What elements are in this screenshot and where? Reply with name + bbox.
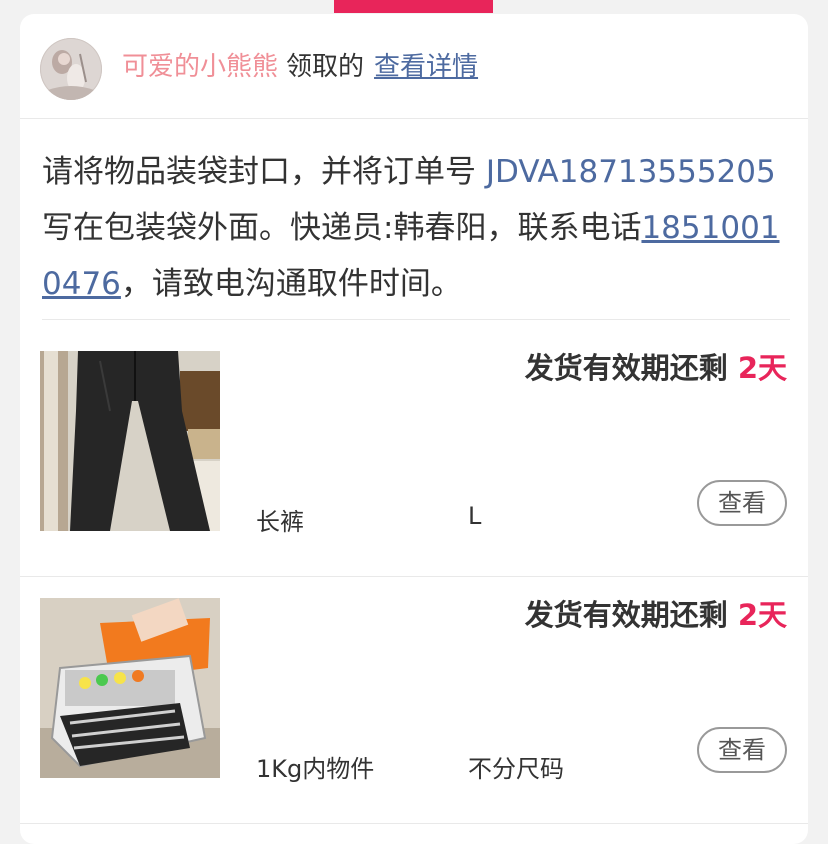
claim-header: 可爱的小熊熊 领取的 查看详情 [20, 14, 808, 119]
avatar[interactable] [40, 38, 102, 100]
claim-line: 可爱的小熊熊 领取的 查看详情 [122, 50, 478, 84]
claim-verb: 领取的 [286, 52, 365, 82]
item-name: 长裤 [256, 508, 304, 536]
view-details-link[interactable]: 查看详情 [374, 52, 478, 82]
shipping-deadline: 发货有效期还剩 2天 [525, 348, 787, 388]
view-button[interactable]: 查看 [697, 480, 787, 526]
view-button[interactable]: 查看 [697, 727, 787, 773]
order-number: JDVA18713555205 [485, 154, 776, 190]
item-size: 不分尺码 [468, 755, 564, 783]
notice-suffix: ，请致电沟通取件时间。 [120, 266, 462, 302]
avatar-image [40, 38, 102, 100]
order-card: 可爱的小熊熊 领取的 查看详情 请将物品装袋封口，并将订单号 JDVA1871355… [20, 14, 808, 844]
list-item: 发货有效期还剩 2天 长裤 L 查看 [20, 330, 808, 577]
days-remaining: 2天 [737, 598, 787, 632]
packing-instructions: 请将物品装袋封口，并将订单号 JDVA18713555205 写在包装袋外面。快… [42, 144, 790, 320]
shipping-deadline: 发货有效期还剩 2天 [525, 595, 787, 635]
pants-photo[interactable] [40, 351, 220, 531]
notice-prefix: 请将物品装袋封口，并将订单号 [42, 154, 486, 190]
item-name: 1Kg内物件 [256, 755, 375, 783]
deadline-label: 发货有效期还剩 [524, 351, 728, 385]
notice-middle: 写在包装袋外面。快递员:韩春阳，联系电话 [42, 210, 642, 246]
list-item: 发货有效期还剩 2天 1Kg内物件 不分尺码 查看 [20, 577, 808, 824]
toy-truck-photo[interactable] [40, 598, 220, 778]
claimer-username[interactable]: 可爱的小熊熊 [122, 52, 278, 82]
item-size: L [468, 502, 482, 530]
pants-photo-image [40, 351, 220, 531]
top-tab-indicator [334, 0, 493, 13]
notice-text: 请将物品装袋封口，并将订单号 JDVA18713555205 写在包装袋外面。快… [42, 144, 790, 312]
days-remaining: 2天 [737, 351, 787, 385]
deadline-label: 发货有效期还剩 [524, 598, 728, 632]
toy-truck-photo-image [40, 598, 220, 778]
